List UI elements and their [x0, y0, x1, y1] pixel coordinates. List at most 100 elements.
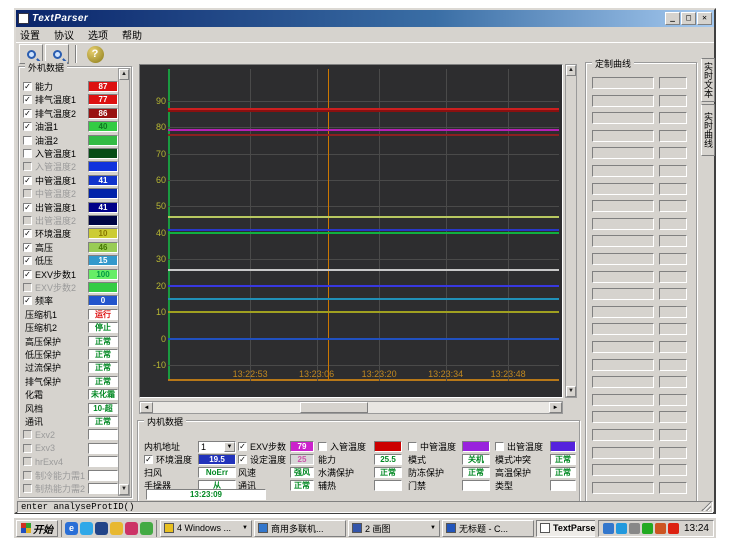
sensor-checkbox[interactable]: ✓ — [23, 203, 32, 212]
custom-curve-value-box[interactable] — [659, 235, 687, 247]
sensor-checkbox[interactable]: ✓ — [23, 122, 32, 131]
custom-curve-value-box[interactable] — [659, 464, 687, 476]
sensor-checkbox[interactable]: ✓ — [23, 109, 32, 118]
custom-curve-name-box[interactable] — [592, 147, 654, 159]
monitor-tray-icon[interactable] — [655, 523, 666, 534]
sensor-checkbox[interactable] — [23, 430, 32, 439]
custom-curve-value-box[interactable] — [659, 341, 687, 353]
custom-curve-value-box[interactable] — [659, 183, 687, 195]
custom-curve-name-box[interactable] — [592, 112, 654, 124]
custom-curve-value-box[interactable] — [659, 394, 687, 406]
indoor-checkbox[interactable] — [495, 442, 504, 451]
custom-curve-value-box[interactable] — [659, 482, 687, 494]
custom-curve-value-box[interactable] — [659, 271, 687, 283]
outdoor-panel-scrollbar[interactable]: ▲ ▼ — [118, 68, 130, 496]
custom-curve-name-box[interactable] — [592, 77, 654, 89]
custom-curve-value-box[interactable] — [659, 288, 687, 300]
sensor-checkbox[interactable] — [23, 216, 32, 225]
custom-curve-value-box[interactable] — [659, 429, 687, 441]
custom-curve-name-box[interactable] — [592, 323, 654, 335]
chevron-down-icon[interactable]: ▼ — [430, 525, 436, 531]
sensor-checkbox[interactable] — [23, 149, 32, 158]
indoor-checkbox[interactable]: ✓ — [144, 455, 153, 464]
sensor-checkbox[interactable]: ✓ — [23, 82, 32, 91]
network-icon[interactable] — [616, 523, 627, 534]
scroll-left-icon[interactable]: ◄ — [140, 402, 153, 413]
sensor-checkbox[interactable] — [23, 484, 32, 493]
custom-curve-name-box[interactable] — [592, 464, 654, 476]
custom-curve-value-box[interactable] — [659, 147, 687, 159]
custom-curve-value-box[interactable] — [659, 112, 687, 124]
ime-icon[interactable] — [629, 523, 640, 534]
custom-curve-value-box[interactable] — [659, 376, 687, 388]
outlook-icon[interactable] — [110, 522, 123, 535]
custom-curve-name-box[interactable] — [592, 271, 654, 283]
sensor-checkbox[interactable]: ✓ — [23, 176, 32, 185]
menu-item[interactable]: 设置 — [20, 27, 40, 42]
custom-curve-name-box[interactable] — [592, 130, 654, 142]
taskbar-button[interactable]: 无标题 - C... — [442, 520, 534, 537]
security-icon[interactable] — [125, 522, 138, 535]
ie-icon[interactable]: e — [65, 522, 78, 535]
tab-realtime-text[interactable]: 实时文本 — [701, 58, 715, 102]
tab-realtime-curve[interactable]: 实时曲线 — [701, 104, 715, 156]
custom-curve-name-box[interactable] — [592, 235, 654, 247]
indoor-checkbox[interactable]: ✓ — [238, 455, 247, 464]
custom-curve-name-box[interactable] — [592, 359, 654, 371]
antivirus-tray-icon[interactable] — [642, 523, 653, 534]
sensor-checkbox[interactable]: ✓ — [23, 243, 32, 252]
taskbar-button[interactable]: 商用多联机... — [254, 520, 346, 537]
start-button[interactable]: 开始 — [16, 520, 58, 537]
custom-curve-value-box[interactable] — [659, 218, 687, 230]
scroll-right-icon[interactable]: ► — [549, 402, 562, 413]
chart-time-cursor[interactable] — [328, 69, 329, 381]
sensor-checkbox[interactable] — [23, 162, 32, 171]
help-button[interactable]: ? — [83, 44, 107, 64]
custom-curve-name-box[interactable] — [592, 95, 654, 107]
custom-curve-name-box[interactable] — [592, 183, 654, 195]
sensor-checkbox[interactable] — [23, 471, 32, 480]
sensor-checkbox[interactable]: ✓ — [23, 95, 32, 104]
chevron-down-icon[interactable]: ▼ — [224, 442, 235, 452]
custom-curve-name-box[interactable] — [592, 306, 654, 318]
sensor-checkbox[interactable]: ✓ — [23, 296, 32, 305]
chevron-down-icon[interactable]: ▼ — [242, 525, 248, 531]
sensor-checkbox[interactable]: ✓ — [23, 229, 32, 238]
chart-scroll-down-icon[interactable]: ▼ — [566, 386, 576, 397]
indoor-checkbox[interactable] — [408, 442, 417, 451]
taskbar-button[interactable]: 2 画图▼ — [348, 520, 440, 537]
messenger-icon[interactable] — [80, 522, 93, 535]
custom-curve-name-box[interactable] — [592, 429, 654, 441]
custom-curve-value-box[interactable] — [659, 165, 687, 177]
custom-curve-value-box[interactable] — [659, 253, 687, 265]
sensor-checkbox[interactable] — [23, 136, 32, 145]
media-player-icon[interactable] — [95, 522, 108, 535]
taskbar-button[interactable]: TextParser — [536, 520, 595, 537]
custom-curve-name-box[interactable] — [592, 288, 654, 300]
sensor-checkbox[interactable] — [23, 189, 32, 198]
custom-curve-name-box[interactable] — [592, 376, 654, 388]
custom-curve-value-box[interactable] — [659, 200, 687, 212]
indoor-checkbox[interactable]: ✓ — [238, 442, 247, 451]
resize-grip-icon[interactable] — [701, 501, 711, 511]
close-button[interactable]: ✕ — [697, 12, 712, 25]
custom-curve-name-box[interactable] — [592, 341, 654, 353]
custom-curve-name-box[interactable] — [592, 411, 654, 423]
menu-item[interactable]: 帮助 — [122, 27, 142, 42]
chart-scroll-up-icon[interactable]: ▲ — [566, 65, 576, 76]
custom-curve-value-box[interactable] — [659, 447, 687, 459]
menu-item[interactable]: 选项 — [88, 27, 108, 42]
custom-curve-value-box[interactable] — [659, 130, 687, 142]
sensor-checkbox[interactable] — [23, 457, 32, 466]
custom-curve-name-box[interactable] — [592, 447, 654, 459]
sensor-checkbox[interactable] — [23, 283, 32, 292]
sensor-checkbox[interactable]: ✓ — [23, 270, 32, 279]
custom-curve-name-box[interactable] — [592, 165, 654, 177]
restore-button[interactable]: □ — [681, 12, 696, 25]
custom-curve-name-box[interactable] — [592, 218, 654, 230]
chart-horizontal-scrollbar[interactable]: ◄ ► — [139, 401, 563, 414]
alert-tray-icon[interactable] — [668, 523, 679, 534]
scroll-down-icon[interactable]: ▼ — [119, 484, 129, 495]
custom-curve-value-box[interactable] — [659, 77, 687, 89]
taskbar-button[interactable]: 4 Windows ...▼ — [160, 520, 252, 537]
